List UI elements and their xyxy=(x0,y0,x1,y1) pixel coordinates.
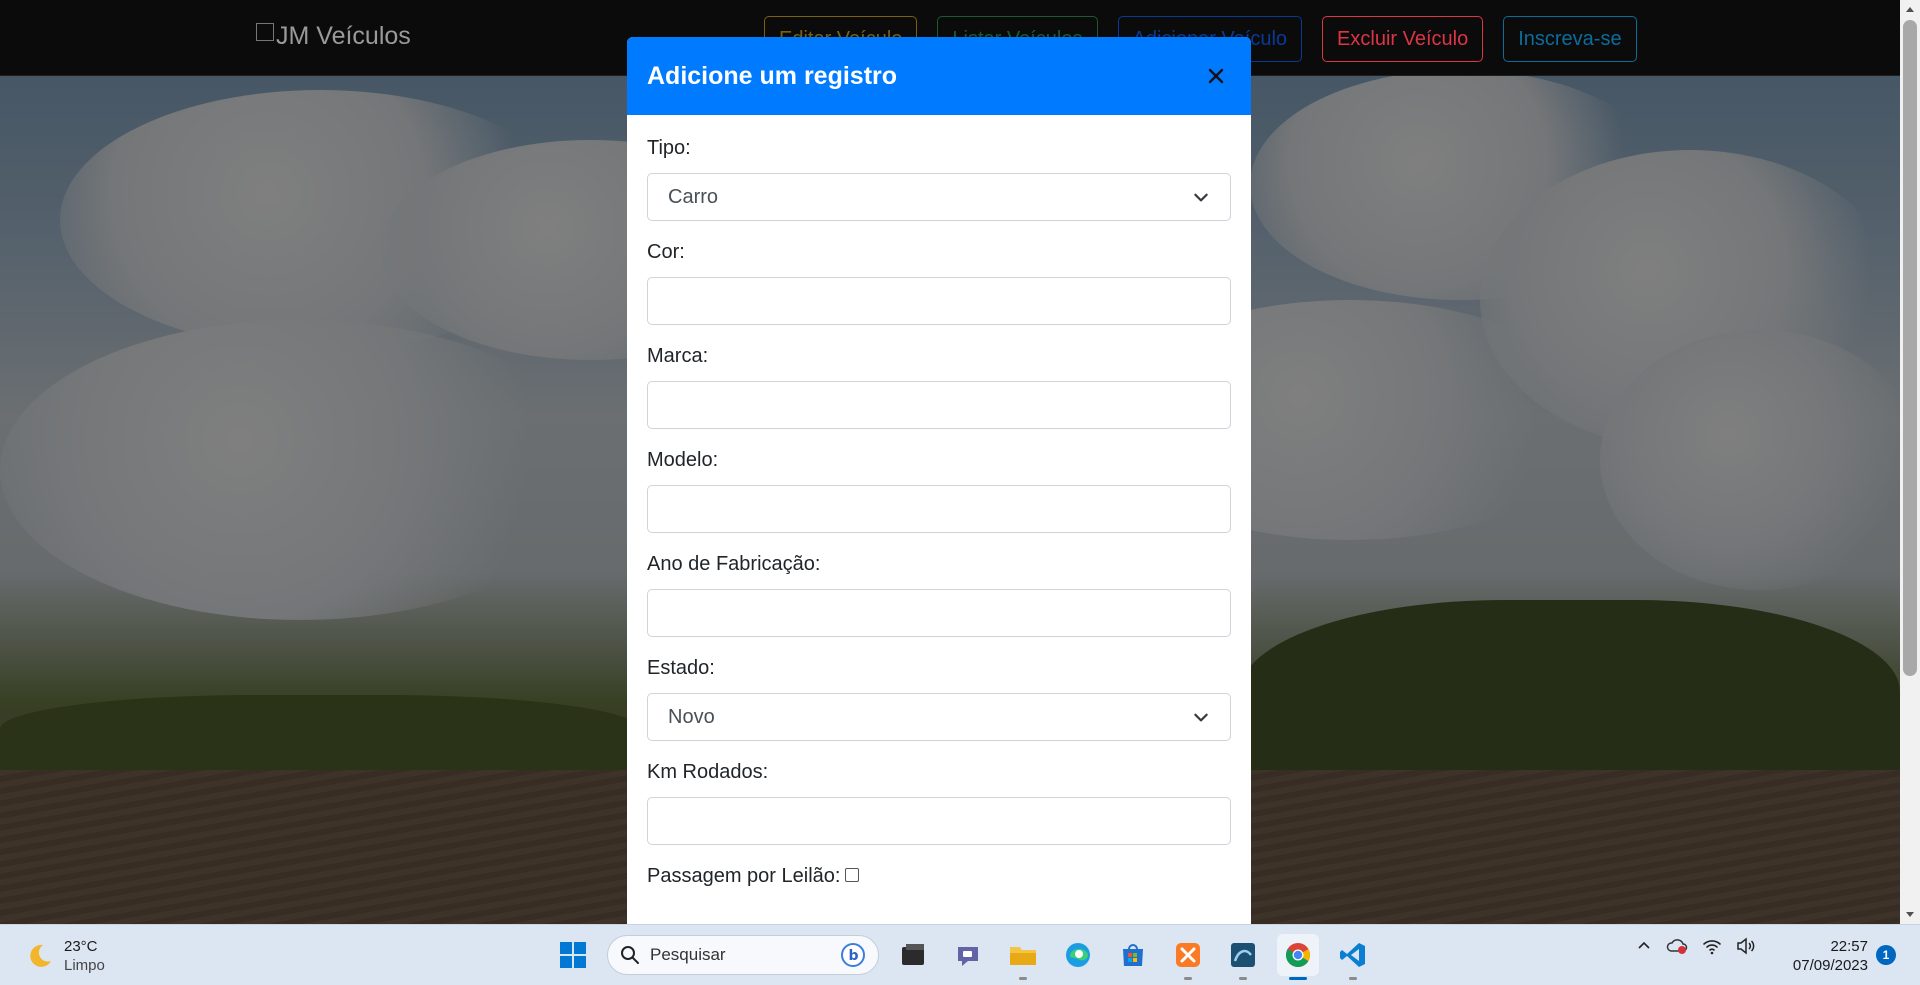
xampp-app[interactable] xyxy=(1167,934,1209,980)
chevron-down-icon xyxy=(1194,713,1208,722)
tipo-label: Tipo: xyxy=(647,137,691,159)
terminal-icon xyxy=(902,944,924,965)
teams-chat-app[interactable] xyxy=(947,934,989,976)
onedrive-error-icon[interactable] xyxy=(1666,937,1688,955)
leilao-checkbox[interactable] xyxy=(845,867,860,882)
taskbar-search[interactable]: Pesquisar b xyxy=(607,935,879,975)
modelo-input[interactable] xyxy=(647,485,1231,533)
cor-input[interactable] xyxy=(647,277,1231,325)
microsoft-store-icon xyxy=(1123,944,1143,966)
windows-start-icon xyxy=(560,942,586,968)
edge-icon xyxy=(1066,943,1090,967)
vscode-icon xyxy=(1340,943,1365,967)
modelo-label: Modelo: xyxy=(647,449,719,471)
search-icon xyxy=(621,946,639,964)
scrollbar-thumb[interactable] xyxy=(1903,20,1917,676)
estado-select-value: Novo xyxy=(668,705,715,728)
bing-icon: b xyxy=(841,943,865,967)
delete-vehicle-button[interactable]: Excluir Veículo xyxy=(1322,16,1484,62)
modal-header: Adicione um registro xyxy=(627,37,1251,115)
estado-select[interactable]: Novo xyxy=(647,693,1231,741)
clock-time: 22:57 xyxy=(1830,938,1868,955)
start-button[interactable] xyxy=(552,934,594,976)
tipo-select-value: Carro xyxy=(668,185,719,208)
edge-app[interactable] xyxy=(1057,934,1099,976)
close-button[interactable] xyxy=(1201,61,1231,91)
close-icon xyxy=(1208,68,1224,84)
chrome-icon xyxy=(1286,943,1310,968)
microsoft-store-app[interactable] xyxy=(1112,934,1154,976)
file-explorer-icon xyxy=(1010,947,1036,965)
ano-fabricacao-label: Ano de Fabricação: xyxy=(647,553,821,575)
teams-chat-icon xyxy=(958,947,978,966)
modal-body: Tipo: Carro Cor: Marca: Modelo: Ano de F… xyxy=(627,115,1251,888)
leilao-label: Passagem por Leilão: xyxy=(647,865,841,887)
scroll-up-icon[interactable] xyxy=(1906,7,1914,12)
clock-date: 07/09/2023 xyxy=(1792,957,1868,974)
leilao-row: Passagem por Leilão: xyxy=(647,865,1231,888)
scroll-down-icon[interactable] xyxy=(1906,912,1914,917)
search-placeholder: Pesquisar xyxy=(650,945,726,964)
marca-input[interactable] xyxy=(647,381,1231,429)
windows-taskbar: 23°C Limpo Pesquisar b 22:57 07/09/2023 … xyxy=(0,924,1920,985)
ano-fabricacao-input[interactable] xyxy=(647,589,1231,637)
km-rodados-input[interactable] xyxy=(647,797,1231,845)
chevron-up-icon[interactable] xyxy=(1636,938,1652,954)
wifi-icon[interactable] xyxy=(1702,937,1722,955)
marca-label: Marca: xyxy=(647,345,709,367)
weather-widget[interactable]: 23°C Limpo xyxy=(24,937,105,975)
system-tray xyxy=(1636,937,1756,955)
xampp-icon xyxy=(1176,943,1200,967)
broken-image-icon xyxy=(256,22,274,41)
chevron-down-icon xyxy=(1194,193,1208,202)
signup-button[interactable]: Inscreva-se xyxy=(1503,16,1637,62)
modal-title: Adicione um registro xyxy=(647,61,898,90)
taskbar-apps: Pesquisar b xyxy=(552,934,1374,980)
terminal-app[interactable] xyxy=(892,934,934,976)
moon-icon xyxy=(30,944,51,967)
weather-temp: 23°C xyxy=(64,938,98,955)
notification-badge[interactable]: 1 xyxy=(1876,945,1896,965)
file-explorer-app[interactable] xyxy=(1002,934,1044,980)
clock[interactable]: 22:57 07/09/2023 xyxy=(1780,937,1868,975)
estado-label: Estado: xyxy=(647,657,715,679)
volume-icon[interactable] xyxy=(1736,937,1756,955)
weather-condition: Limpo xyxy=(64,957,105,974)
page-scrollbar[interactable] xyxy=(1900,0,1920,924)
mysql-workbench-icon xyxy=(1231,943,1255,967)
mysql-workbench-app[interactable] xyxy=(1222,934,1264,980)
cor-label: Cor: xyxy=(647,241,685,263)
chrome-app[interactable] xyxy=(1277,934,1319,980)
brand-logo[interactable]: JM Veículos xyxy=(256,22,411,51)
tipo-select[interactable]: Carro xyxy=(647,173,1231,221)
add-record-modal: Adicione um registro Tipo: Carro Cor: Ma… xyxy=(627,37,1251,925)
km-rodados-label: Km Rodados: xyxy=(647,761,769,783)
brand-text: JM Veículos xyxy=(276,22,411,50)
vscode-app[interactable] xyxy=(1332,934,1374,980)
svg-text:b: b xyxy=(849,948,859,964)
